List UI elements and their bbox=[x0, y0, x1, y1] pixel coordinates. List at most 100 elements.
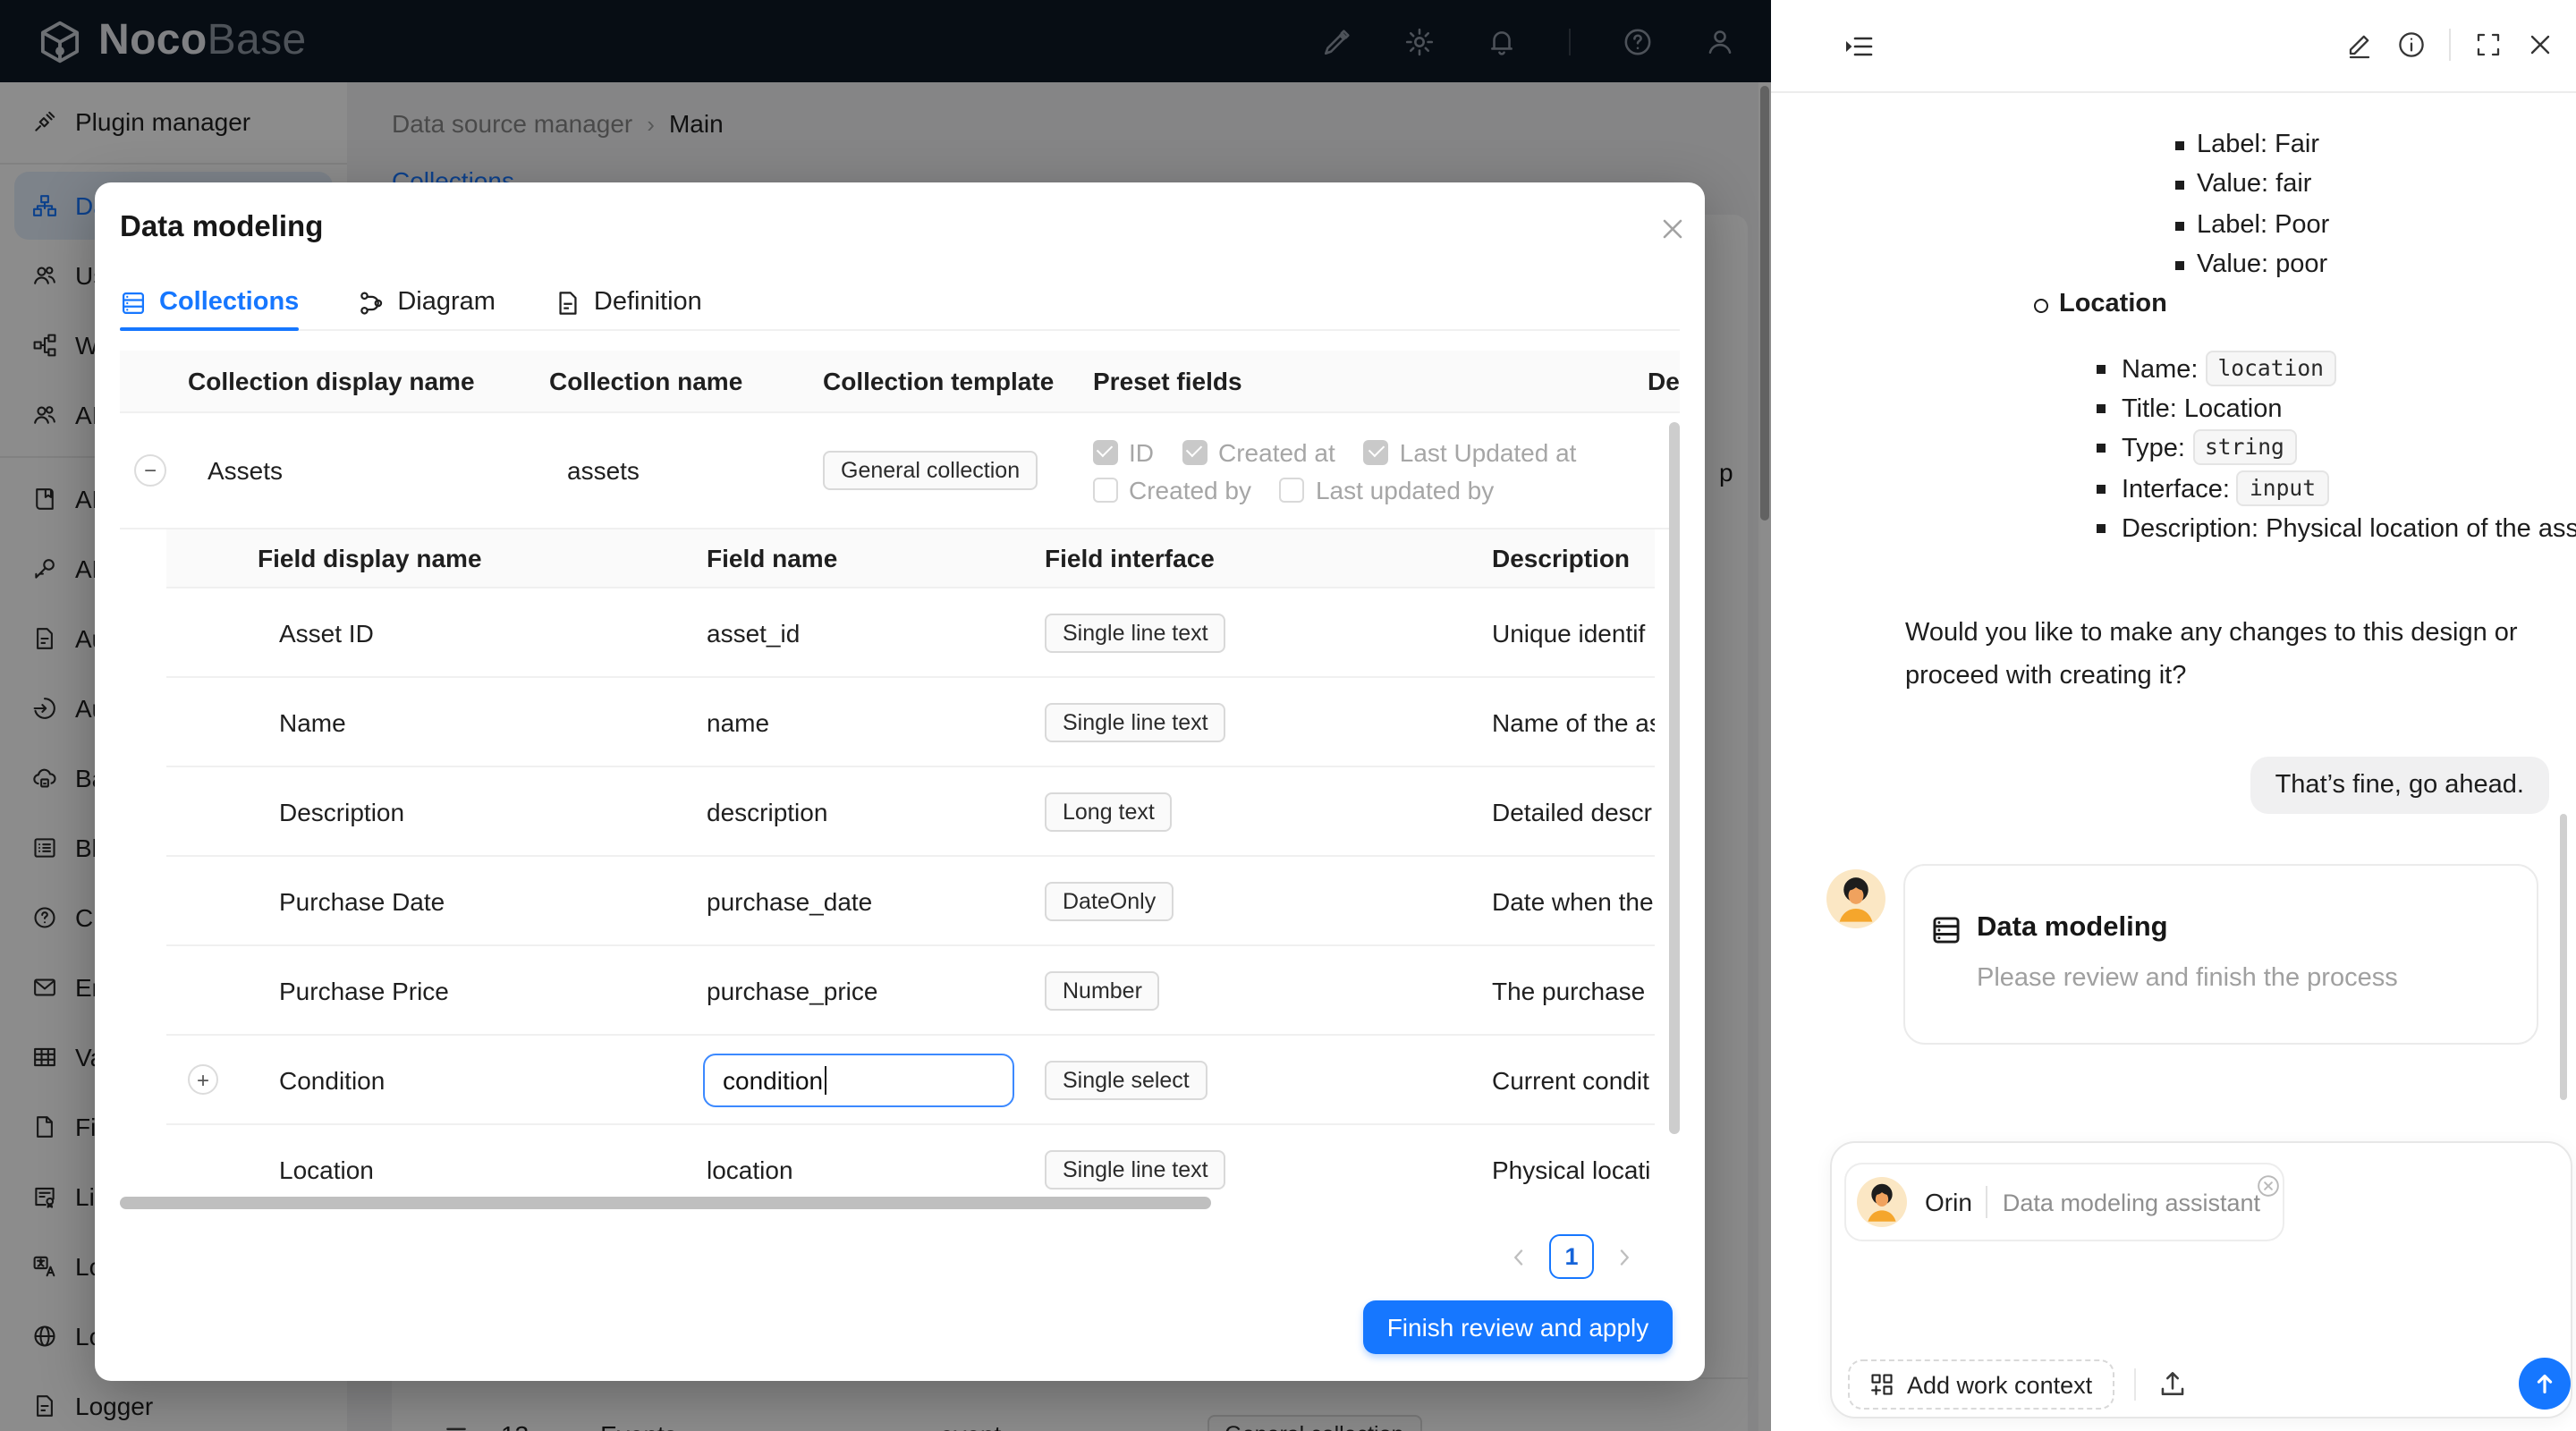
checkbox-last-updated-at[interactable]: Last Updated at bbox=[1363, 437, 1577, 466]
tab-definition[interactable]: Definition bbox=[555, 275, 702, 329]
tab-collections[interactable]: Collections bbox=[120, 275, 300, 331]
table-horizontal-scrollbar[interactable] bbox=[120, 1195, 1680, 1211]
checkbox-last-updated-by[interactable]: Last updated by bbox=[1279, 475, 1494, 504]
modal-title: Data modeling bbox=[120, 211, 324, 243]
field-name: name bbox=[707, 707, 770, 736]
header-divider bbox=[2449, 29, 2451, 61]
ai-assistant-panel: Label: Fair Value: fair Label: Poor Valu… bbox=[1771, 0, 2576, 1431]
field-description: Unique identif bbox=[1492, 618, 1646, 647]
collapse-row-button[interactable]: − bbox=[134, 454, 166, 487]
fullscreen-icon[interactable] bbox=[2474, 30, 2503, 59]
expand-row-button[interactable]: + bbox=[188, 1064, 218, 1095]
diagram-icon bbox=[358, 289, 385, 316]
checkbox-created-at[interactable]: Created at bbox=[1182, 437, 1335, 466]
checkbox-checked-icon bbox=[1182, 439, 1208, 464]
field-interface-tag: Number bbox=[1045, 970, 1160, 1010]
field-row-purchase-price: Purchase Price purchase_price Number The… bbox=[166, 946, 1655, 1036]
text-caret bbox=[825, 1065, 827, 1094]
field-row-asset-id: Asset ID asset_id Single line text Uniqu… bbox=[166, 588, 1655, 678]
field-display-name: Purchase Date bbox=[279, 886, 445, 915]
list-item: Label: Fair bbox=[2175, 127, 2319, 163]
page-1-button[interactable]: 1 bbox=[1549, 1234, 1594, 1279]
field-description: Date when the bbox=[1492, 886, 1654, 915]
definition-file-icon bbox=[555, 289, 581, 316]
chat-messages: Label: Fair Value: fair Label: Poor Valu… bbox=[1771, 93, 2576, 1141]
field-interface-tag: Single line text bbox=[1045, 1149, 1226, 1189]
add-work-context-button[interactable]: Add work context bbox=[1848, 1359, 2114, 1410]
horizontal-scrollbar-thumb[interactable] bbox=[120, 1197, 1211, 1209]
field-name: asset_id bbox=[707, 618, 801, 647]
tool-call-card: Data modeling Please review and finish t… bbox=[1903, 864, 2538, 1045]
collapse-panel-icon[interactable] bbox=[1843, 30, 1875, 63]
field-name-input-value: condition bbox=[723, 1065, 824, 1094]
checkbox-label: ID bbox=[1129, 437, 1154, 466]
tab-label: Definition bbox=[593, 288, 702, 317]
checkbox-checked-icon bbox=[1363, 439, 1389, 464]
field-display-name: Asset ID bbox=[279, 618, 374, 647]
field-name: location bbox=[707, 1155, 793, 1183]
checkbox-id[interactable]: ID bbox=[1093, 437, 1154, 466]
list-item: Interface: input bbox=[2097, 470, 2329, 511]
col-collection-name: Collection name bbox=[549, 367, 743, 395]
agent-context-chip: Orin Data modeling assistant bbox=[1844, 1163, 2284, 1241]
checkbox-unchecked-icon bbox=[1093, 477, 1118, 502]
collection-template-tag: General collection bbox=[823, 451, 1038, 490]
list-item: Value: poor bbox=[2174, 247, 2327, 283]
next-page-icon[interactable] bbox=[1614, 1246, 1635, 1267]
tab-diagram[interactable]: Diagram bbox=[358, 275, 496, 329]
field-description: Physical locati bbox=[1492, 1155, 1651, 1183]
finish-review-button[interactable]: Finish review and apply bbox=[1363, 1300, 1673, 1354]
col-field-description: Description bbox=[1492, 544, 1631, 572]
checkbox-label: Created at bbox=[1218, 437, 1335, 466]
checkbox-label: Created by bbox=[1129, 475, 1251, 504]
field-interface-tag: DateOnly bbox=[1045, 881, 1174, 920]
code-chip: location bbox=[2205, 351, 2336, 386]
field-name: purchase_price bbox=[707, 976, 878, 1004]
user-message-bubble: That’s fine, go ahead. bbox=[2250, 757, 2549, 814]
code-chip: input bbox=[2236, 470, 2329, 506]
col-field-name: Field name bbox=[707, 544, 838, 572]
field-display-name: Purchase Price bbox=[279, 976, 449, 1004]
field-display-name: Condition bbox=[279, 1065, 386, 1094]
field-name-input[interactable]: condition bbox=[703, 1053, 1014, 1106]
collections-icon bbox=[120, 289, 147, 316]
list-item: Label: Poor bbox=[2174, 207, 2329, 243]
table-vertical-scrollbar[interactable] bbox=[1669, 413, 1680, 1195]
col-field-interface: Field interface bbox=[1045, 544, 1215, 572]
fields-table-header: Field display name Field name Field inte… bbox=[166, 529, 1655, 588]
assistant-avatar bbox=[1826, 869, 1885, 928]
upload-icon[interactable] bbox=[2157, 1368, 2188, 1399]
message-composer[interactable]: Orin Data modeling assistant Add work co… bbox=[1830, 1141, 2572, 1418]
close-panel-icon[interactable] bbox=[2526, 30, 2555, 59]
checkbox-created-by[interactable]: Created by bbox=[1093, 475, 1251, 504]
data-modeling-icon bbox=[1930, 914, 1962, 946]
col-collection-display-name: Collection display name bbox=[188, 367, 475, 395]
info-icon[interactable] bbox=[2397, 30, 2426, 59]
field-interface-tag: Single select bbox=[1045, 1060, 1208, 1099]
vertical-scrollbar-thumb[interactable] bbox=[1669, 422, 1680, 1134]
field-display-name: Description bbox=[279, 797, 405, 826]
collection-display-name: Assets bbox=[208, 456, 284, 485]
checkbox-checked-icon bbox=[1093, 439, 1118, 464]
composer-divider bbox=[2134, 1368, 2136, 1401]
field-description: The purchase bbox=[1492, 976, 1646, 1004]
prev-page-icon[interactable] bbox=[1508, 1246, 1530, 1267]
code-chip: string bbox=[2192, 429, 2297, 465]
fields-table: Field display name Field name Field inte… bbox=[166, 529, 1655, 1195]
add-context-label: Add work context bbox=[1907, 1371, 2093, 1398]
collection-name: assets bbox=[567, 456, 640, 485]
remove-agent-icon[interactable] bbox=[2256, 1173, 2281, 1198]
close-icon[interactable] bbox=[1658, 215, 1687, 243]
collection-row-assets: − Assets assets General collection ID Cr… bbox=[120, 413, 1680, 529]
checkbox-label: Last Updated at bbox=[1399, 437, 1577, 466]
list-item: Title: Location bbox=[2097, 390, 2282, 430]
tab-label: Diagram bbox=[397, 288, 496, 317]
data-modeling-modal: Data modeling Collections Diagram Defini… bbox=[95, 182, 1705, 1381]
edit-icon[interactable] bbox=[2345, 30, 2374, 59]
send-button[interactable] bbox=[2519, 1358, 2571, 1410]
field-row-condition: + Condition condition Single select Curr… bbox=[166, 1036, 1655, 1125]
field-display-name: Location bbox=[279, 1155, 374, 1183]
field-row-purchase-date: Purchase Date purchase_date DateOnly Dat… bbox=[166, 857, 1655, 946]
chat-scrollbar-thumb[interactable] bbox=[2560, 814, 2567, 1100]
field-row-name: Name name Single line text Name of the a… bbox=[166, 678, 1655, 767]
